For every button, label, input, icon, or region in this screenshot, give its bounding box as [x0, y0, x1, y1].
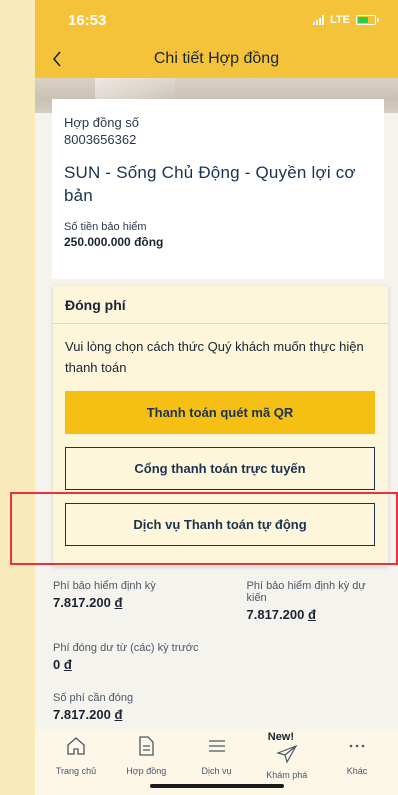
- more-icon: [347, 734, 367, 758]
- periodic-fee-value: 7.817.200: [53, 595, 111, 610]
- modal-body: Vui lòng chọn cách thức Quý khách muốn t…: [53, 324, 388, 546]
- tab-more[interactable]: Khác: [322, 729, 392, 795]
- qr-payment-button[interactable]: Thanh toán quét mã QR: [65, 391, 375, 434]
- tab-label: Hợp đồng: [126, 766, 167, 776]
- product-name: SUN - Sống Chủ Động - Quyền lợi cơ bản: [64, 163, 356, 205]
- tab-home[interactable]: Trang chủ: [41, 729, 111, 795]
- home-indicator: [150, 784, 284, 788]
- tab-label: Khác: [346, 766, 368, 776]
- app-screen: 16:53 LTE Chi tiết Hợp đồng Hợp đồng số …: [35, 0, 398, 795]
- home-icon: [65, 734, 87, 758]
- signal-icon: [313, 15, 325, 25]
- modal-title: Đóng phí: [53, 286, 388, 324]
- due-fee-value: 7.817.200: [53, 707, 111, 722]
- sum-insured-value: 250.000.000 đồng: [64, 235, 164, 249]
- status-indicators: LTE: [313, 14, 379, 26]
- paper-plane-icon: [275, 742, 298, 766]
- tab-label: Dịch vụ: [201, 766, 232, 776]
- status-bar: 16:53 LTE: [35, 0, 398, 40]
- online-gateway-button[interactable]: Cổng thanh toán trực tuyến: [65, 447, 375, 490]
- contract-number: 8003656362: [64, 132, 137, 147]
- due-fee: Số phí cần đóng 7.817.200 đ: [53, 692, 380, 722]
- side-panel: [0, 0, 35, 795]
- tab-label: Khám phá: [266, 770, 308, 780]
- back-button[interactable]: [45, 46, 69, 72]
- due-fee-label: Số phí cần đóng: [53, 692, 134, 704]
- document-icon: [136, 734, 156, 758]
- page-title: Chi tiết Hợp đồng: [153, 50, 280, 67]
- currency-symbol: đ: [63, 657, 72, 672]
- new-badge: New!: [267, 731, 295, 743]
- expected-fee: Phí bảo hiểm định kỳ dự kiến 7.817.200 đ: [217, 580, 381, 622]
- sum-insured-label: Số tiền bảo hiểm: [64, 221, 147, 233]
- surplus-fee: Phí đóng dư từ (các) kỳ trước 0 đ: [53, 642, 380, 672]
- currency-symbol: đ: [114, 707, 123, 722]
- currency-symbol: đ: [307, 607, 316, 622]
- list-icon: [207, 734, 227, 758]
- nav-bar: Chi tiết Hợp đồng: [35, 40, 398, 78]
- auto-payment-button[interactable]: Dịch vụ Thanh toán tự động: [65, 503, 375, 546]
- fee-row: Phí bảo hiểm định kỳ 7.817.200 đ Phí bảo…: [53, 580, 380, 622]
- currency-symbol: đ: [114, 595, 123, 610]
- periodic-fee-label: Phí bảo hiểm định kỳ: [53, 580, 156, 592]
- contract-card: Hợp đồng số 8003656362 SUN - Sống Chủ Độ…: [52, 99, 384, 279]
- status-time: 16:53: [68, 11, 107, 29]
- periodic-fee: Phí bảo hiểm định kỳ 7.817.200 đ: [53, 580, 217, 622]
- expected-fee-label: Phí bảo hiểm định kỳ dự kiến: [246, 580, 366, 604]
- surplus-fee-value: 0: [53, 657, 61, 672]
- surplus-fee-label: Phí đóng dư từ (các) kỳ trước: [53, 642, 199, 654]
- tab-label: Trang chủ: [55, 766, 97, 776]
- contract-number-label: Hợp đồng số: [64, 115, 140, 130]
- expected-fee-value: 7.817.200: [246, 607, 305, 622]
- battery-icon: [356, 15, 379, 25]
- network-type: LTE: [330, 14, 350, 26]
- fee-details: Phí bảo hiểm định kỳ 7.817.200 đ Phí bảo…: [35, 580, 398, 730]
- chevron-left-icon: [52, 51, 61, 67]
- modal-message: Vui lòng chọn cách thức Quý khách muốn t…: [65, 339, 364, 375]
- payment-modal: Đóng phí Vui lòng chọn cách thức Quý khá…: [53, 286, 388, 566]
